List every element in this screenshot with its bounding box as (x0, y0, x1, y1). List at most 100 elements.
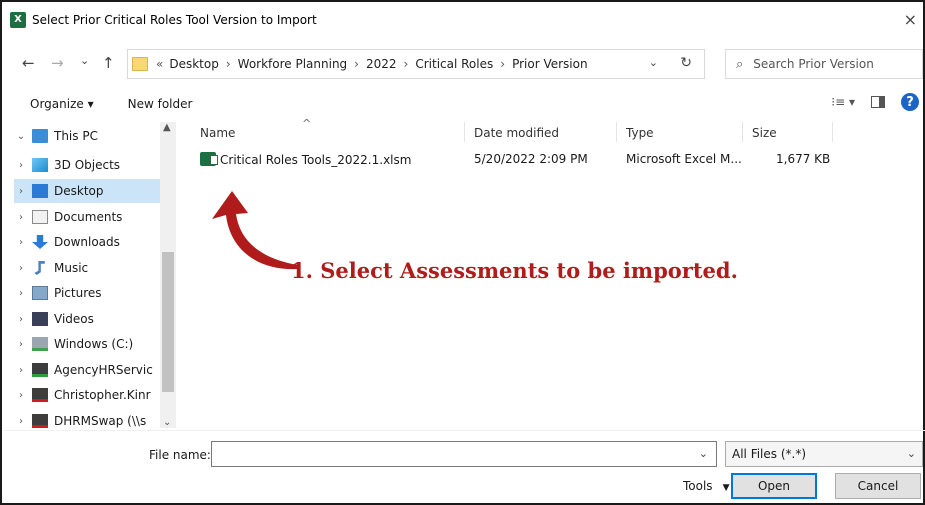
scroll-down-icon[interactable]: ⌄ (163, 417, 171, 428)
navigation-row: ← → ⌄ ↑ « Desktop › Workfore Planning › … (4, 48, 925, 80)
column-divider[interactable] (742, 122, 743, 142)
help-icon[interactable]: ? (901, 93, 919, 111)
disconnected-drive-icon (32, 414, 48, 428)
expand-chevron-icon[interactable]: › (14, 237, 28, 248)
column-divider[interactable] (464, 122, 465, 142)
expand-chevron-icon[interactable]: › (14, 263, 28, 274)
cancel-button[interactable]: Cancel (835, 473, 921, 499)
caret-down-icon: ▼ (722, 483, 730, 493)
recent-locations-icon[interactable]: ⌄ (80, 54, 89, 67)
sidebar-item-windows-c[interactable]: › Windows (C:) (14, 332, 164, 356)
chevron-down-icon[interactable]: ⌄ (699, 447, 708, 460)
view-options-icon[interactable]: ⁝≡ ▾ (831, 95, 855, 109)
sidebar-item-label: Downloads (54, 235, 120, 249)
sidebar-item-label: Pictures (54, 286, 102, 300)
breadcrumb-separator-icon: › (225, 57, 231, 71)
sidebar-item-agencyhrservic[interactable]: › AgencyHRServic (14, 358, 164, 382)
curved-arrow-icon (212, 191, 298, 270)
breadcrumb-overflow[interactable]: « (156, 57, 163, 71)
scrollbar-thumb[interactable] (162, 252, 174, 392)
up-arrow-icon[interactable]: ↑ (102, 54, 115, 72)
expand-chevron-icon[interactable]: › (14, 186, 28, 197)
expand-chevron-icon[interactable]: › (14, 314, 28, 325)
sidebar-item-label: Windows (C:) (54, 337, 134, 351)
sidebar-item-videos[interactable]: › Videos (14, 307, 164, 331)
file-open-dialog: X Select Prior Critical Roles Tool Versi… (0, 0, 925, 505)
sidebar-item-3d-objects[interactable]: › 3D Objects (14, 153, 164, 177)
network-drive-icon (32, 363, 48, 377)
breadcrumb-desktop[interactable]: Desktop (169, 57, 219, 71)
file-name-input[interactable]: ⌄ (211, 441, 717, 467)
breadcrumb-2022[interactable]: 2022 (366, 57, 397, 71)
sidebar-item-this-pc[interactable]: ⌄ This PC (14, 124, 164, 148)
forward-arrow-icon[interactable]: → (51, 54, 64, 72)
sidebar-item-music[interactable]: › Music (14, 256, 164, 280)
new-folder-button[interactable]: New folder (128, 97, 193, 111)
file-date: 5/20/2022 2:09 PM (474, 152, 588, 166)
close-icon[interactable]: × (904, 10, 917, 29)
sidebar-item-documents[interactable]: › Documents (14, 205, 164, 229)
disconnected-drive-icon (32, 388, 48, 402)
expand-chevron-icon[interactable]: › (14, 365, 28, 376)
pictures-icon (32, 286, 48, 300)
tools-menu-button[interactable]: Tools ▼ (683, 479, 729, 493)
pc-icon (32, 129, 48, 143)
open-button[interactable]: Open (731, 473, 817, 499)
dialog-footer: File name: ⌄ All Files (*.*) ⌄ Tools ▼ Op… (4, 430, 925, 505)
file-name-cell[interactable]: Critical Roles Tools_2022.1.xlsm (200, 152, 411, 167)
back-arrow-icon[interactable]: ← (22, 54, 35, 72)
videos-icon (32, 312, 48, 326)
breadcrumb: « Desktop › Workfore Planning › 2022 › C… (156, 57, 588, 71)
sidebar-item-label: Music (54, 261, 89, 275)
sidebar-item-label: Videos (54, 312, 94, 326)
sidebar-item-label: DHRMSwap (\\s (54, 414, 147, 428)
breadcrumb-workfore-planning[interactable]: Workfore Planning (238, 57, 348, 71)
sidebar-item-label: 3D Objects (54, 158, 121, 172)
expand-chevron-icon[interactable]: › (14, 390, 28, 401)
title-bar: X Select Prior Critical Roles Tool Versi… (4, 4, 925, 35)
sidebar-item-label: This PC (54, 129, 98, 143)
breadcrumb-critical-roles[interactable]: Critical Roles (415, 57, 493, 71)
drive-icon (32, 337, 48, 351)
sidebar-item-desktop[interactable]: › Desktop (14, 179, 164, 203)
column-header-type[interactable]: Type (626, 120, 654, 146)
address-bar[interactable]: « Desktop › Workfore Planning › 2022 › C… (127, 49, 705, 79)
tools-label: Tools (683, 479, 713, 493)
desktop-icon (32, 184, 48, 198)
breadcrumb-prior-version[interactable]: Prior Version (512, 57, 588, 71)
column-header-date-modified[interactable]: Date modified (474, 120, 559, 146)
search-box[interactable]: ⌕ Search Prior Version (725, 49, 923, 79)
scroll-up-icon[interactable]: ▲ (163, 122, 171, 133)
sidebar-item-label: Documents (54, 210, 123, 224)
refresh-icon[interactable]: ↻ (680, 55, 692, 71)
excel-file-icon (200, 152, 218, 166)
sidebar-item-label: Desktop (54, 184, 104, 198)
sidebar-item-downloads[interactable]: › Downloads (14, 230, 164, 254)
sidebar-item-dhrmswap[interactable]: › DHRMSwap (\\s (14, 409, 164, 428)
column-header-name[interactable]: Name (200, 120, 235, 146)
expand-chevron-icon[interactable]: › (14, 160, 28, 171)
3d-objects-icon (32, 158, 48, 172)
file-row[interactable]: Critical Roles Tools_2022.1.xlsm 5/20/20… (182, 148, 925, 172)
sidebar-scrollbar[interactable]: ▲ ⌄ (160, 122, 176, 428)
file-size: 1,677 KB (776, 152, 831, 166)
organize-menu-button[interactable]: Organize ▾ (30, 97, 94, 111)
column-divider[interactable] (832, 122, 833, 142)
expand-chevron-icon[interactable]: › (14, 212, 28, 223)
excel-app-icon: X (10, 11, 26, 28)
file-type-filter-select[interactable]: All Files (*.*) ⌄ (725, 441, 923, 467)
expand-chevron-icon[interactable]: ⌄ (14, 131, 28, 142)
expand-chevron-icon[interactable]: › (14, 339, 28, 350)
column-header-size[interactable]: Size (752, 120, 777, 146)
sidebar-item-christopher-kinr[interactable]: › Christopher.Kinr (14, 383, 164, 407)
column-divider[interactable] (616, 122, 617, 142)
expand-chevron-icon[interactable]: › (14, 288, 28, 299)
view-controls: ⁝≡ ▾ ? (831, 93, 925, 111)
chevron-down-icon[interactable]: ⌄ (907, 447, 916, 460)
sidebar-item-pictures[interactable]: › Pictures (14, 281, 164, 305)
breadcrumb-separator-icon: › (354, 57, 359, 71)
address-dropdown-icon[interactable]: ⌄ (649, 56, 658, 69)
expand-chevron-icon[interactable]: › (14, 416, 28, 427)
preview-pane-icon[interactable] (871, 96, 885, 108)
command-bar: Organize ▾ New folder ⁝≡ ▾ ? (4, 90, 925, 118)
